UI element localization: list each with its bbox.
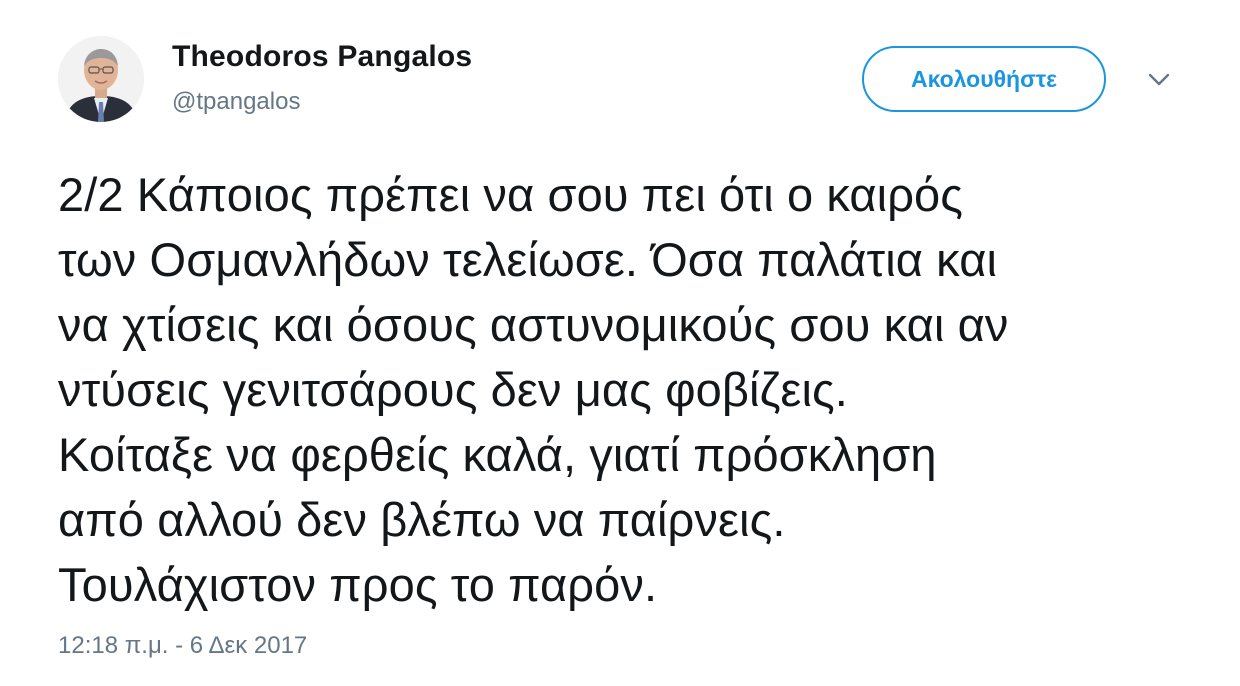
tweet-text-line: ντύσεις γενιτσάρους δεν μας φοβίζεις.	[58, 363, 848, 416]
tweet-text-line: Τουλάχιστον προς το παρόν.	[58, 558, 658, 611]
tweet-text: 2/2 Κάποιος πρέπει να σου πει ότι ο καιρ…	[58, 162, 1198, 617]
tweet-text-line: των Οσμανλήδων τελείωσε. Όσα παλάτια και	[58, 233, 998, 286]
tweet-text-line: να χτίσεις και όσους αστυνομικούς σου κα…	[58, 298, 1009, 351]
tweet-text-line: από αλλού δεν βλέπω να παίρνεις.	[58, 493, 786, 546]
avatar-image	[58, 36, 144, 122]
chevron-down-icon[interactable]	[1144, 70, 1174, 90]
follow-button[interactable]: Ακολουθήστε	[862, 46, 1106, 112]
tweet-text-line: 2/2 Κάποιος πρέπει να σου πει ότι ο καιρ…	[58, 168, 964, 221]
tweet-timestamp[interactable]: 12:18 π.μ. - 6 Δεκ 2017	[58, 632, 307, 660]
tweet-text-line: Κοίταξε να φερθείς καλά, γιατί πρόσκληση	[58, 428, 937, 481]
author-name[interactable]: Theodoros Pangalos	[172, 40, 472, 74]
author-handle[interactable]: @tpangalos	[172, 88, 300, 116]
tweet-card: Theodoros Pangalos @tpangalos Ακολουθήστ…	[0, 0, 1240, 686]
author-avatar[interactable]	[58, 36, 144, 122]
